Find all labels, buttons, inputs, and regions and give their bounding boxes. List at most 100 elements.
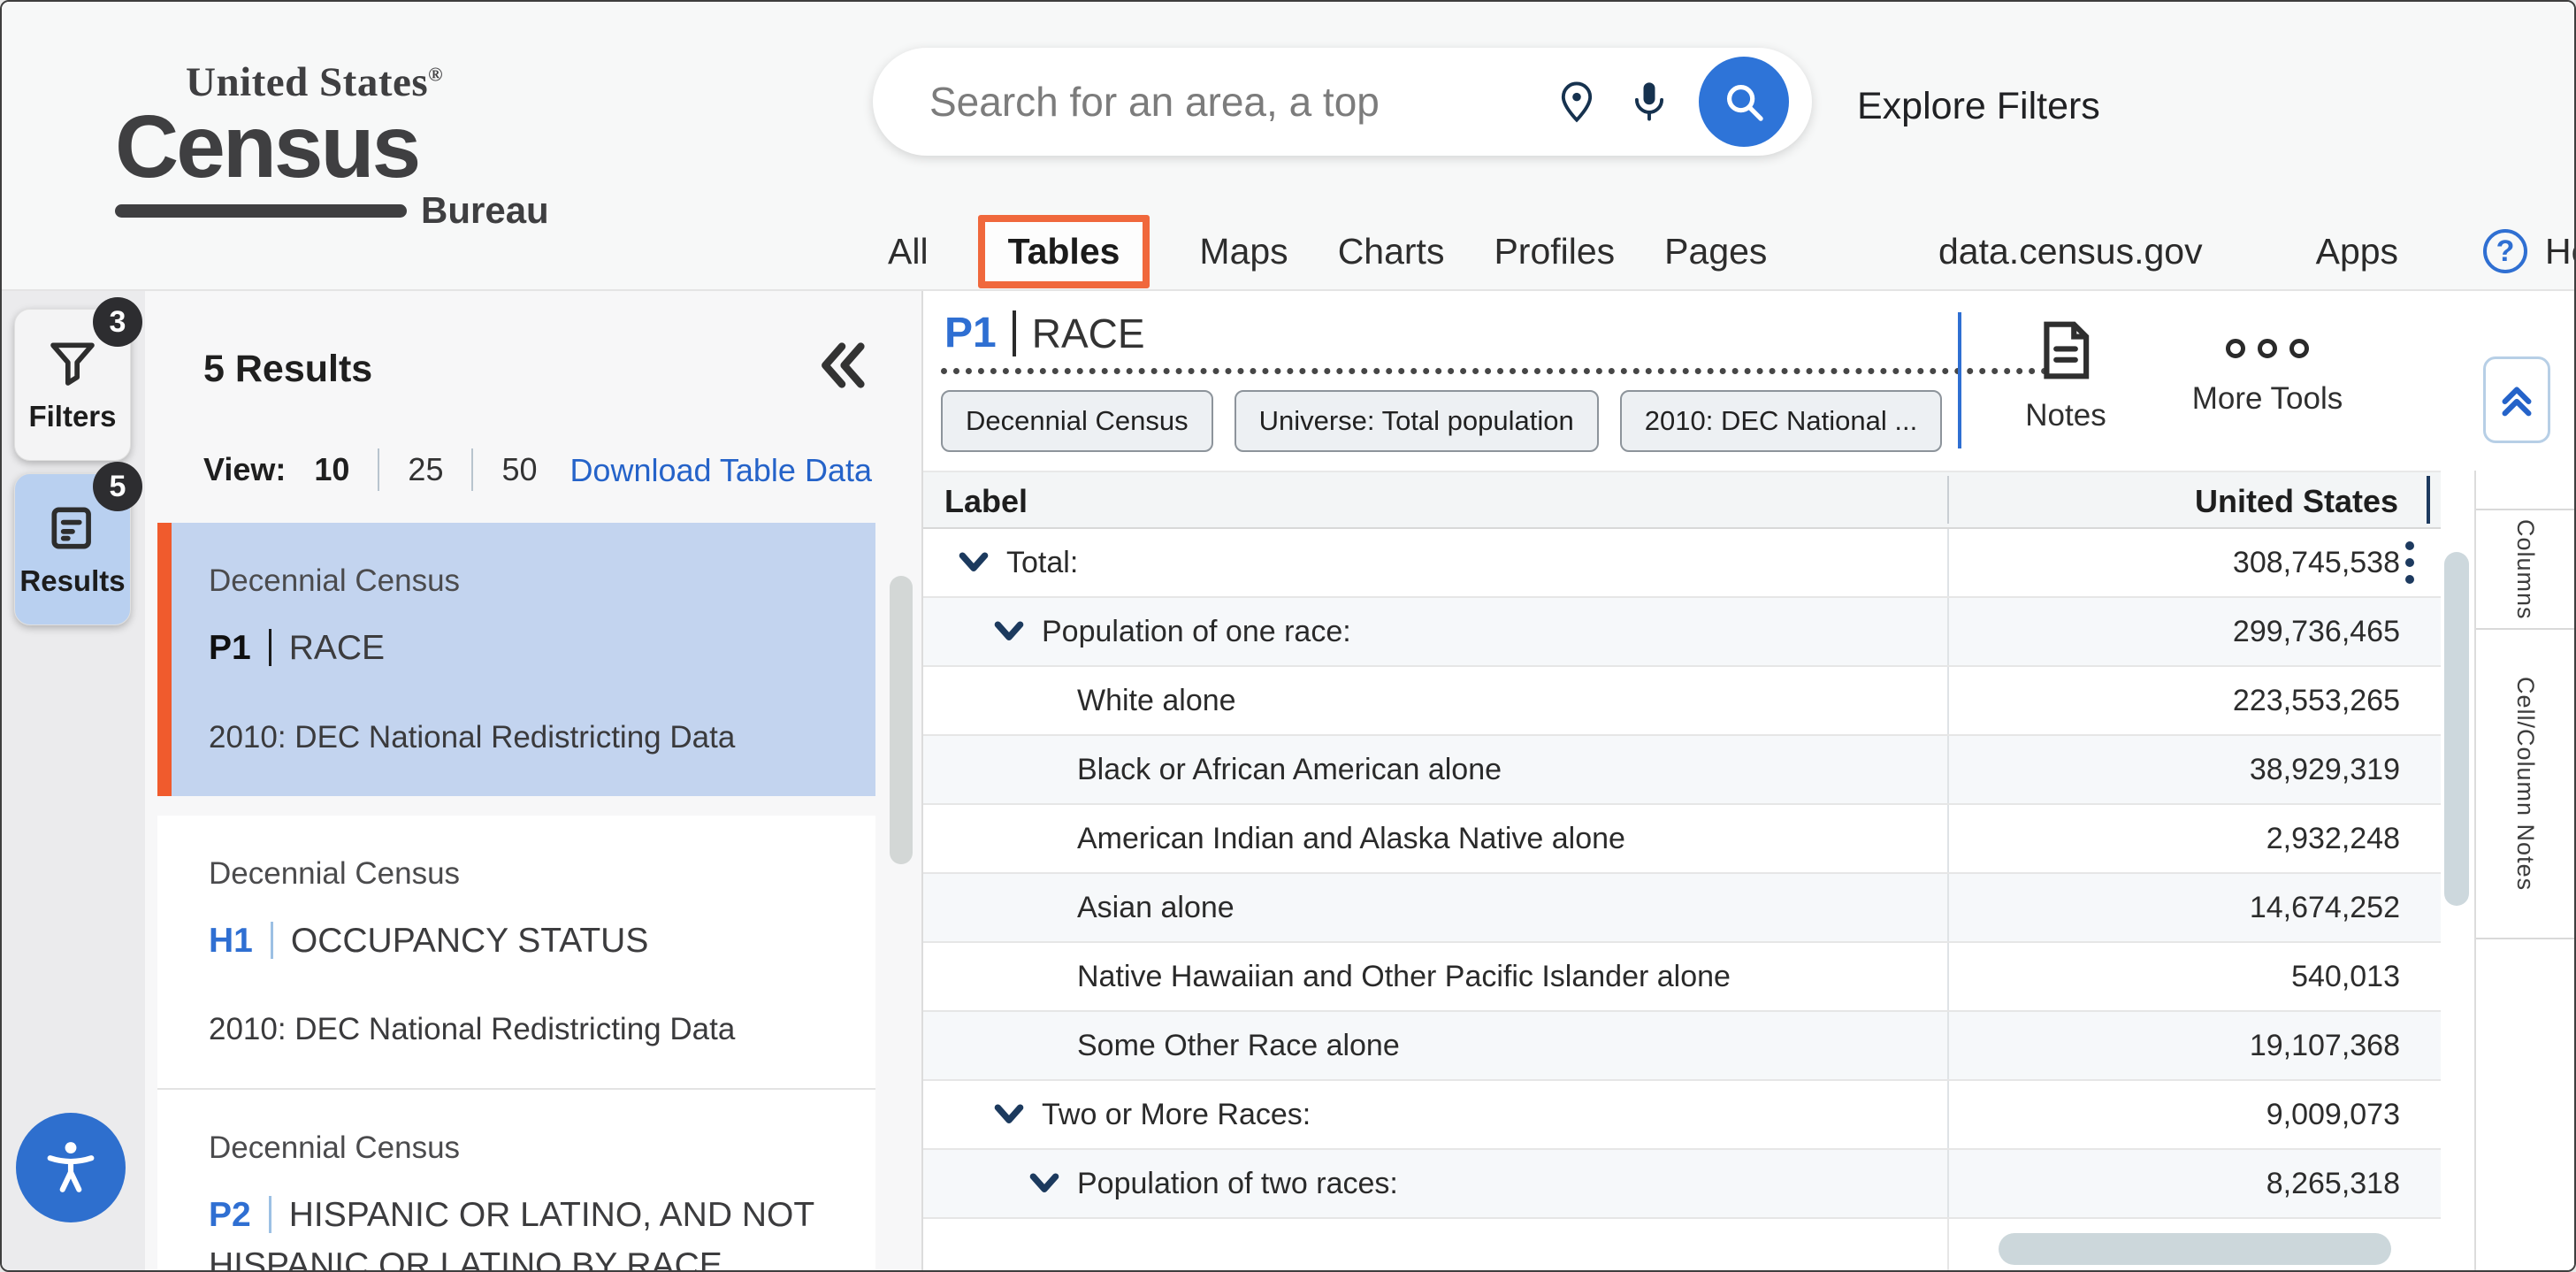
accessibility-person-icon (40, 1137, 102, 1199)
table-tags: Decennial Census Universe: Total populat… (941, 390, 1942, 452)
tab-charts[interactable]: Charts (1338, 231, 1445, 272)
tab-maps[interactable]: Maps (1199, 231, 1288, 272)
row-label-cell: Two or More Races: (923, 1081, 1947, 1148)
table-row[interactable]: Total: 308,745,538 (923, 529, 2441, 598)
logo-census: Census (115, 106, 549, 188)
divider (2476, 471, 2574, 510)
explore-filters-link[interactable]: Explore Filters (1857, 85, 2100, 128)
right-tab-rail: Columns Cell/Column Notes (2474, 471, 2574, 1270)
collapse-panel-icon[interactable] (814, 337, 870, 394)
row-label: Population of one race: (1042, 615, 1351, 649)
census-bureau-logo[interactable]: United States® Census Bureau (115, 58, 549, 232)
expand-chevron-icon[interactable] (992, 615, 1026, 648)
row-label: Population of two races: (1077, 1167, 1398, 1201)
table-id: P1 (209, 629, 251, 667)
table-row[interactable]: Two or More Races: 9,009,073 (923, 1081, 2441, 1150)
table-row[interactable]: White alone 223,553,265 (923, 667, 2441, 736)
results-button[interactable]: 5 Results (14, 473, 131, 625)
more-tools-dots-icon (2161, 339, 2373, 358)
tab-columns[interactable]: Columns (2476, 510, 2574, 630)
table-row[interactable]: American Indian and Alaska Native alone … (923, 805, 2441, 874)
microphone-icon[interactable] (1626, 79, 1672, 125)
site-link[interactable]: data.census.gov (1938, 231, 2203, 272)
accessibility-button[interactable] (16, 1113, 126, 1222)
table-title: OCCUPANCY STATUS (291, 922, 649, 960)
label-column-header: Label (944, 483, 1028, 520)
filters-button[interactable]: 3 Filters (14, 309, 131, 461)
result-card-h1[interactable]: Decennial Census H1OCCUPANCY STATUS 2010… (157, 816, 875, 1091)
expand-chevron-icon[interactable] (957, 546, 990, 579)
row-label-cell: Population of one race: (923, 598, 1947, 665)
horizontal-scrollbar[interactable] (1999, 1233, 2391, 1265)
download-table-data-link[interactable]: Download Table Data (569, 452, 872, 489)
row-value: 8,265,318 (1947, 1150, 2441, 1217)
row-label-cell: Native Hawaiian and Other Pacific Island… (923, 943, 1947, 1010)
divider (269, 629, 271, 666)
funnel-icon (45, 336, 100, 391)
column-divider[interactable] (1947, 476, 1949, 524)
results-panel: 5 Results View: 10 25 50 Download Table … (145, 291, 923, 1272)
view-option-25[interactable]: 25 (408, 451, 443, 488)
help-menu[interactable]: ? Help (2483, 229, 2576, 273)
dataset-label: 2010: DEC National Redistricting Data (209, 720, 840, 755)
tab-cell-column-notes[interactable]: Cell/Column Notes (2476, 630, 2574, 939)
tab-profiles[interactable]: Profiles (1494, 231, 1615, 272)
geo-column-header[interactable]: United States (2195, 483, 2398, 520)
row-label-cell: American Indian and Alaska Native alone (923, 805, 1947, 872)
table-panel: P1 RACE Decennial Census Universe: Total… (923, 291, 2574, 1270)
row-menu-icon[interactable] (2405, 541, 2414, 584)
row-label: American Indian and Alaska Native alone (1077, 822, 1625, 856)
divider (378, 448, 379, 491)
row-label: White alone (1077, 684, 1236, 718)
collapse-header-button[interactable] (2483, 356, 2550, 443)
location-pin-icon[interactable] (1554, 79, 1600, 125)
row-value: 14,674,252 (1947, 874, 2441, 941)
filters-count-badge: 3 (93, 297, 142, 347)
table-row[interactable]: Population of two races: 8,265,318 (923, 1150, 2441, 1219)
table-row[interactable]: Black or African American alone 38,929,3… (923, 736, 2441, 805)
result-type-tabs: All Tables Maps Charts Profiles Pages (888, 212, 1767, 290)
double-chevron-up-icon (2496, 379, 2537, 420)
row-value: 9,009,073 (1947, 1081, 2441, 1148)
search-input[interactable] (929, 78, 1527, 126)
apps-link[interactable]: Apps (2316, 231, 2398, 272)
tag-dataset[interactable]: 2010: DEC National ... (1620, 390, 1942, 452)
column-divider (1947, 1219, 1949, 1272)
tag-universe[interactable]: Universe: Total population (1234, 390, 1599, 452)
table-row[interactable]: Some Other Race alone 19,107,368 (923, 1012, 2441, 1081)
divider (271, 922, 273, 959)
table-row[interactable]: Asian alone 14,674,252 (923, 874, 2441, 943)
vertical-scrollbar[interactable] (2444, 552, 2469, 906)
row-label-cell: White alone (923, 667, 1947, 734)
row-label: Some Other Race alone (1077, 1029, 1400, 1063)
more-tools-button[interactable]: More Tools (2161, 330, 2373, 417)
notes-button[interactable]: Notes (2007, 318, 2124, 433)
tab-all[interactable]: All (888, 231, 929, 272)
view-size-switcher: View: 10 25 50 (203, 448, 538, 491)
results-count-badge: 5 (93, 462, 142, 511)
results-scrollbar[interactable] (890, 576, 913, 864)
row-label-cell: Asian alone (923, 874, 1947, 941)
tab-pages[interactable]: Pages (1664, 231, 1767, 272)
table-row[interactable]: Population of one race: 299,736,465 (923, 598, 2441, 667)
tab-tables[interactable]: Tables (978, 215, 1150, 288)
logo-bureau: Bureau (421, 189, 549, 232)
expand-chevron-icon[interactable] (992, 1098, 1026, 1131)
dataset-label: 2010: DEC National Redistricting Data (209, 1012, 840, 1047)
row-label-cell: Black or African American alone (923, 736, 1947, 803)
result-card-p2[interactable]: Decennial Census P2HISPANIC OR LATINO, A… (157, 1090, 875, 1272)
table-header-row: Label United States (923, 471, 2441, 529)
expand-chevron-icon[interactable] (1028, 1167, 1061, 1200)
row-value: 223,553,265 (1947, 667, 2441, 734)
tag-program[interactable]: Decennial Census (941, 390, 1213, 452)
dotted-underline (941, 341, 2048, 374)
search-button[interactable] (1699, 57, 1789, 147)
divider (1958, 312, 1961, 448)
results-list-icon (45, 501, 100, 556)
view-option-50[interactable]: 50 (501, 451, 537, 488)
row-label: Native Hawaiian and Other Pacific Island… (1077, 960, 1731, 994)
table-row[interactable]: Native Hawaiian and Other Pacific Island… (923, 943, 2441, 1012)
view-option-10[interactable]: 10 (314, 451, 349, 488)
result-card-p1[interactable]: Decennial Census P1RACE 2010: DEC Nation… (157, 523, 875, 796)
row-label: Total: (1006, 546, 1078, 580)
